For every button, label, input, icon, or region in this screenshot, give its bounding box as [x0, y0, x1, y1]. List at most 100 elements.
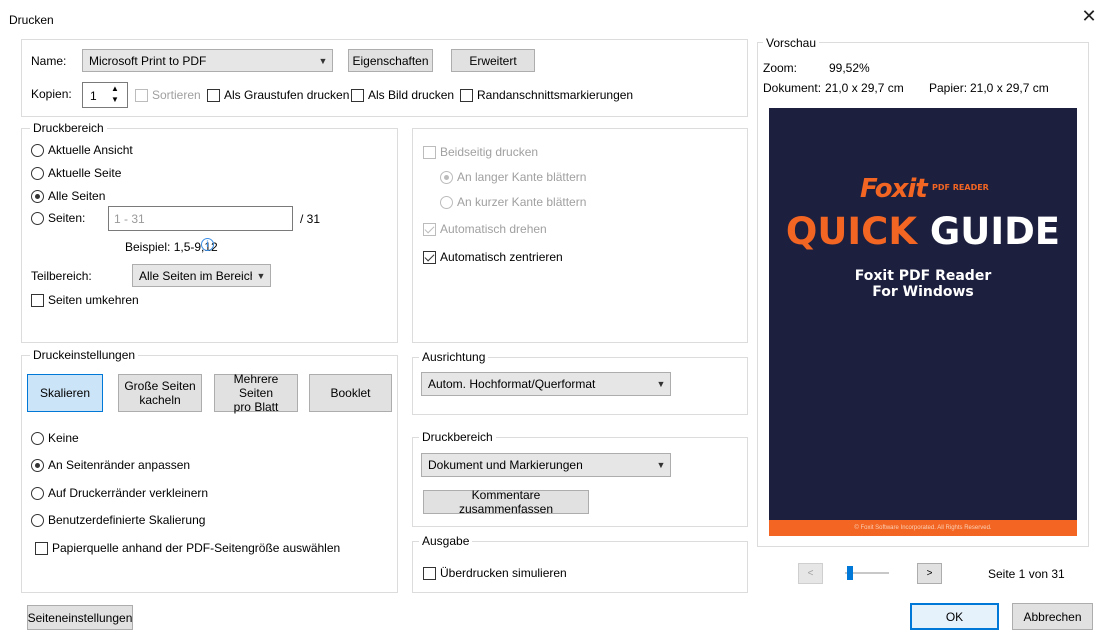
paper-source-checkbox[interactable]: Papierquelle anhand der PDF-Seitengröße …: [35, 541, 340, 555]
prev-page-button[interactable]: <: [798, 563, 823, 584]
duplex-label: Beidseitig drucken: [440, 145, 539, 159]
output-legend: Ausgabe: [419, 534, 473, 548]
radio-dot: [31, 211, 44, 225]
cover-title-quick: QUICK: [785, 210, 918, 253]
radio-pages[interactable]: Seiten:: [31, 211, 85, 225]
auto-center-checkbox[interactable]: Automatisch zentrieren: [423, 250, 563, 264]
radio-current-page[interactable]: Aktuelle Seite: [31, 166, 121, 180]
chevron-down-icon: ▼: [656, 460, 666, 470]
properties-button[interactable]: Eigenschaften: [348, 49, 433, 72]
auto-center-label: Automatisch zentrieren: [440, 250, 563, 264]
overprint-checkbox[interactable]: Überdrucken simulieren: [423, 566, 567, 580]
chevron-down-icon: ▼: [256, 270, 266, 281]
chevron-down-icon: ▼: [318, 55, 328, 66]
document-size-label: Dokument:: [763, 81, 822, 95]
orientation-select-value: Autom. Hochformat/Querformat: [428, 377, 596, 391]
pages-total: / 31: [300, 212, 321, 226]
collate-label: Sortieren: [152, 88, 201, 102]
overprint-label: Überdrucken simulieren: [440, 566, 567, 580]
copies-value: 1: [90, 89, 97, 103]
current-view-label: Aktuelle Ansicht: [48, 143, 133, 157]
cancel-button[interactable]: Abbrechen: [1012, 603, 1093, 630]
page-slider[interactable]: [845, 564, 889, 582]
scale-none-label: Keine: [48, 431, 79, 445]
slider-thumb[interactable]: [847, 566, 853, 580]
reverse-pages-checkbox[interactable]: Seiten umkehren: [31, 293, 139, 307]
radio-short-edge[interactable]: An kurzer Kante blättern: [440, 195, 586, 209]
tab-multiple-pages[interactable]: Mehrere Seiten pro Blatt: [214, 372, 298, 414]
auto-rotate-label: Automatisch drehen: [440, 222, 547, 236]
radio-dot: [31, 513, 44, 527]
radio-long-edge[interactable]: An langer Kante blättern: [440, 170, 586, 184]
crop-marks-checkbox[interactable]: Randanschnittsmarkierungen: [460, 88, 633, 102]
copies-stepper[interactable]: 1 ▲ ▼: [82, 82, 128, 108]
close-icon[interactable]: ✕: [1081, 7, 1097, 25]
checkbox-box: [35, 541, 48, 555]
auto-rotate-checkbox[interactable]: Automatisch drehen: [423, 222, 547, 236]
tab-scale[interactable]: Skalieren: [27, 374, 103, 412]
ok-button[interactable]: OK: [910, 603, 999, 630]
checkbox-box: [423, 222, 436, 236]
radio-scale-custom[interactable]: Benutzerdefinierte Skalierung: [31, 513, 205, 527]
chevron-down-icon: ▼: [656, 379, 666, 389]
radio-all-pages[interactable]: Alle Seiten: [31, 189, 105, 203]
cover-title-guide: GUIDE: [929, 210, 1061, 253]
tab-booklet[interactable]: Booklet: [309, 374, 392, 412]
paper-source-label: Papierquelle anhand der PDF-Seitengröße …: [52, 541, 341, 555]
paper-size-label: Papier:: [929, 81, 968, 95]
tab-multiple-line2: pro Blatt: [233, 400, 279, 414]
window-title: Drucken: [9, 13, 54, 27]
collate-checkbox[interactable]: Sortieren: [135, 88, 201, 102]
next-page-button[interactable]: >: [917, 563, 942, 584]
info-icon[interactable]: i: [201, 238, 214, 251]
radio-dot: [31, 431, 44, 445]
orientation-select[interactable]: Autom. Hochformat/Querformat ▼: [421, 372, 671, 396]
copies-label: Kopien:: [31, 87, 72, 101]
short-edge-label: An kurzer Kante blättern: [457, 195, 587, 209]
subset-select-value: Alle Seiten im Bereich: [139, 268, 252, 283]
as-image-label: Als Bild drucken: [368, 88, 455, 102]
all-pages-label: Alle Seiten: [48, 189, 106, 203]
grayscale-checkbox[interactable]: Als Graustufen drucken: [207, 88, 349, 102]
print-what-select[interactable]: Dokument und Markierungen ▼: [421, 453, 671, 477]
foxit-logo-sub: PDF READER: [932, 183, 989, 192]
duplex-checkbox[interactable]: Beidseitig drucken: [423, 145, 538, 159]
radio-current-view[interactable]: Aktuelle Ansicht: [31, 143, 133, 157]
cover-footer: © Foxit Software Incorporated. All Right…: [769, 520, 1077, 536]
reverse-pages-label: Seiten umkehren: [48, 293, 139, 307]
advanced-button[interactable]: Erweitert: [451, 49, 535, 72]
scale-custom-label: Benutzerdefinierte Skalierung: [48, 513, 206, 527]
radio-dot: [31, 166, 44, 180]
subset-select[interactable]: Alle Seiten im Bereich ▼: [132, 264, 271, 287]
long-edge-label: An langer Kante blättern: [457, 170, 587, 184]
stepper-down-icon[interactable]: ▼: [111, 95, 119, 104]
radio-dot: [31, 189, 44, 203]
page-indicator: Seite 1 von 31: [988, 567, 1065, 581]
radio-scale-fit[interactable]: An Seitenränder anpassen: [31, 458, 190, 472]
page-setup-button[interactable]: Seiteneinstellungen: [27, 605, 133, 630]
tab-tile-large-pages[interactable]: Große Seiten kacheln: [118, 374, 202, 412]
crop-marks-label: Randanschnittsmarkierungen: [477, 88, 634, 102]
checkbox-box: [460, 88, 473, 102]
scale-shrink-label: Auf Druckerränder verkleinern: [48, 486, 209, 500]
radio-scale-shrink[interactable]: Auf Druckerränder verkleinern: [31, 486, 208, 500]
foxit-logo: Foxit: [860, 174, 928, 204]
stepper-up-icon[interactable]: ▲: [111, 84, 119, 93]
radio-dot: [440, 170, 453, 184]
pages-input[interactable]: 1 - 31: [108, 206, 293, 231]
radio-scale-none[interactable]: Keine: [31, 431, 79, 445]
as-image-checkbox[interactable]: Als Bild drucken: [351, 88, 454, 102]
printer-select[interactable]: Microsoft Print to PDF ▼: [82, 49, 333, 72]
checkbox-box: [423, 250, 436, 264]
paper-size-value: 21,0 x 29,7 cm: [970, 81, 1049, 95]
subset-label: Teilbereich:: [31, 269, 92, 283]
tab-tile-line2: kacheln: [139, 393, 181, 407]
print-settings-legend: Druckeinstellungen: [30, 348, 139, 362]
zoom-label: Zoom:: [763, 61, 798, 75]
checkbox-box: [135, 88, 148, 102]
print-what-legend: Druckbereich: [419, 430, 496, 444]
summarize-comments-button[interactable]: Kommentare zusammenfassen: [423, 488, 589, 516]
checkbox-box: [423, 566, 436, 580]
radio-dot: [31, 143, 44, 157]
current-page-label: Aktuelle Seite: [48, 166, 122, 180]
